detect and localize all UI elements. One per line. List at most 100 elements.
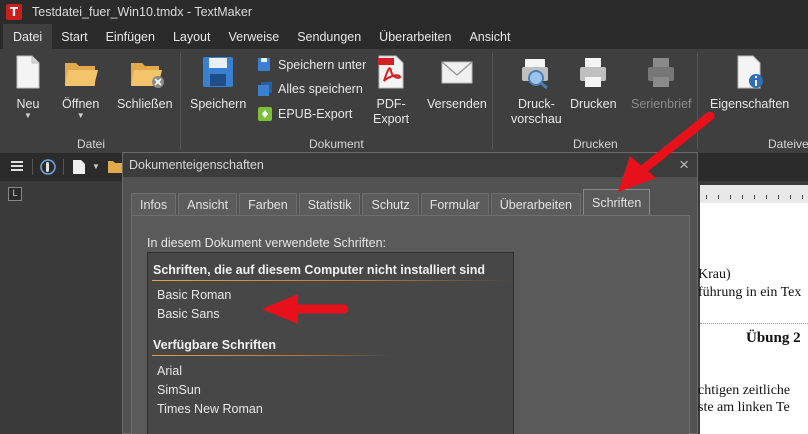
document-heading: Übung 2 [746,330,801,346]
mail-merge-button[interactable]: Serienbrief [631,55,691,112]
ruler-tick [754,195,755,199]
toolbar-separator [63,159,64,175]
font-item-available: SimSun [157,383,201,397]
save-as-icon [258,58,270,71]
tab-datei[interactable]: Datei [3,24,53,49]
dialog-tab-formular[interactable]: Formular [420,193,489,215]
missing-fonts-heading: Schriften, die auf diesem Computer nicht… [153,263,486,277]
tab-layout[interactable]: Layout [164,24,220,49]
group-separator [492,53,493,149]
dialog-tab-schutz[interactable]: Schutz [362,193,419,215]
font-item-missing: Basic Sans [157,307,220,321]
save-as-label: Speichern unter [278,58,367,72]
dialog-tabs: Infos Ansicht Farben Statistik Schutz Fo… [131,189,652,215]
properties-label: Eigenschaften [710,97,790,111]
ruler-tick [766,195,767,199]
properties-button[interactable]: Eigenschaften [710,55,789,112]
save-all-icon [258,82,272,96]
touch-mode-icon[interactable] [40,159,56,175]
font-item-missing: Basic Roman [157,288,232,302]
dialog-tab-ueberarbeiten[interactable]: Überarbeiten [490,193,581,215]
window-title: Testdatei_fuer_Win10.tmdx - TextMaker [32,5,253,19]
chevron-down-icon: ▼ [76,111,85,120]
open-button[interactable]: Öffnen ▼ [62,55,99,120]
font-item-available: Times New Roman [157,402,263,416]
close-file-label: Schließen [117,97,173,111]
red-arrow-annotation-icon [618,112,715,192]
mail-merge-label: Serienbrief [631,97,692,111]
mail-merge-printer-icon [648,58,675,87]
ribbon-cut-off-button[interactable]: V [800,55,808,112]
group-label-dateiverwaltung: Dateive [768,137,808,151]
floppy-disk-icon [203,57,234,87]
envelope-icon [441,61,473,84]
folder-close-icon [130,63,164,88]
fonts-caption: In diesem Dokument verwendete Schriften: [147,236,387,250]
print-preview-button[interactable]: Druck- vorschau [511,55,562,127]
open-button-label: Öffnen [62,97,100,111]
ruler-tick [742,195,743,199]
close-file-button[interactable]: Schließen [117,55,173,112]
tab-stop-selector[interactable]: L [8,187,22,201]
print-button-label: Drucken [570,97,617,111]
chevron-down-icon[interactable]: ▼ [92,162,100,171]
dialog-tab-ansicht[interactable]: Ansicht [178,193,238,215]
dialog-title: Dokumenteigenschaften [129,158,264,172]
document-text-line: ste am linken Te [698,400,790,415]
pdf-file-icon [378,55,404,89]
tab-einfuegen[interactable]: Einfügen [97,24,164,49]
document-text-line: Krau) [698,267,731,282]
fonts-list[interactable]: Schriften, die auf diesem Computer nicht… [147,252,514,434]
epub-export-button[interactable]: EPUB-Export [257,106,352,122]
new-button[interactable]: Neu ▼ [14,55,42,120]
font-item-available: Arial [157,364,183,378]
tab-start[interactable]: Start [52,24,96,49]
tab-ansicht[interactable]: Ansicht [460,24,519,49]
pdf-export-label-2: Export [373,112,410,126]
document-info-icon [737,55,763,89]
document-page[interactable]: Krau) führung in ein Tex Übung 2 chtigen… [698,203,808,434]
textmaker-app-icon[interactable]: T [6,4,22,20]
dialog-tab-infos[interactable]: Infos [131,193,177,215]
toolbar-separator [32,159,33,175]
ruler-tick [778,195,779,199]
ribbon-cut-off-icon [800,55,808,89]
print-preview-label-2: vorschau [511,112,562,126]
save-as-button[interactable]: Speichern unter [257,57,366,73]
epub-icon [258,107,272,121]
folder-open-icon [64,63,98,86]
document-separator [700,323,808,324]
ribbon-tabs: Datei Start Einfügen Layout Verweise Sen… [0,24,808,49]
new-button-label: Neu [16,97,40,111]
ruler-tick [802,195,803,199]
new-document-icon[interactable] [72,159,86,175]
pdf-export-button[interactable]: PDF- Export [373,55,409,127]
document-text-line: führung in ein Tex [698,285,802,300]
group-separator [180,53,181,149]
red-arrow-annotation-icon [262,294,348,324]
save-button[interactable]: Speichern [190,55,246,112]
print-button[interactable]: Drucken [570,55,617,112]
printer-icon [580,58,607,87]
send-button[interactable]: Versenden [427,55,487,112]
folder-open-icon[interactable] [108,159,122,173]
document-text-line: chtigen zeitliche [698,383,791,398]
group-label-dokument: Dokument [309,137,364,151]
pdf-export-label-1: PDF- [376,97,406,111]
section-underline [152,280,512,281]
tab-verweise[interactable]: Verweise [219,24,288,49]
dialog-tab-farben[interactable]: Farben [239,193,297,215]
save-all-button[interactable]: Alles speichern [257,81,363,97]
send-button-label: Versenden [427,97,487,111]
ruler-tick [730,195,731,199]
save-all-label: Alles speichern [278,82,363,96]
fonts-tab-pane: In diesem Dokument verwendete Schriften:… [131,215,690,434]
section-underline [152,355,392,356]
title-bar: T Testdatei_fuer_Win10.tmdx - TextMaker [0,0,808,24]
dialog-tab-statistik[interactable]: Statistik [298,193,361,215]
available-fonts-heading: Verfügbare Schriften [153,338,276,352]
tab-ueberarbeiten[interactable]: Überarbeiten [370,24,460,49]
print-preview-icon [522,59,549,89]
hamburger-menu-icon[interactable] [10,159,24,173]
tab-sendungen[interactable]: Sendungen [288,24,370,49]
